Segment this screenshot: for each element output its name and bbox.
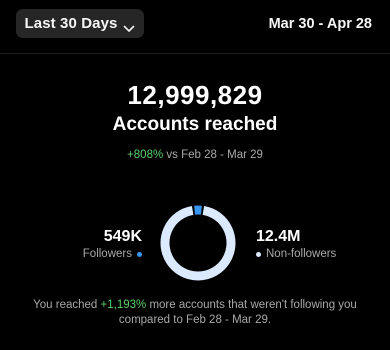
accounts-reached-label: Accounts reached xyxy=(112,114,278,135)
followers-stat: 549K Followers xyxy=(83,228,142,260)
followers-value: 549K xyxy=(103,228,142,245)
divider xyxy=(0,53,390,54)
footer-prefix: You reached xyxy=(33,299,101,311)
non-followers-legend-dot xyxy=(256,251,261,257)
non-followers-value: 12.4M xyxy=(256,228,301,245)
followers-label: Followers xyxy=(82,248,132,260)
reach-change-text: +808% vs Feb 28 - Mar 29 xyxy=(0,149,390,161)
footer-highlight: +1,193% xyxy=(100,299,147,311)
insights-reach-panel: Last 30 Days Mar 30 - Apr 28 12,999,829 … xyxy=(0,0,390,350)
top-bar: Last 30 Days Mar 30 - Apr 28 xyxy=(0,0,390,51)
date-range-dropdown-label: Last 30 Days xyxy=(24,15,118,32)
date-range-text: Mar 30 - Apr 28 xyxy=(268,16,372,32)
chevron-down-icon xyxy=(123,20,135,32)
non-followers-label-row: Non-followers xyxy=(256,248,336,260)
accounts-reached-value: 12,999,829 xyxy=(127,80,263,110)
footer-suffix: more accounts that weren't following you… xyxy=(118,299,357,326)
reach-footer-note: You reached +1,193% more accounts that w… xyxy=(20,298,370,328)
non-followers-stat: 12.4M Non-followers xyxy=(256,228,336,260)
reach-summary: 12,999,829 Accounts reached +808% vs Feb… xyxy=(0,80,390,161)
reach-change-percent: +808% xyxy=(127,149,164,161)
audience-donut-chart xyxy=(160,205,236,281)
reach-change-comparison: vs Feb 28 - Mar 29 xyxy=(163,149,263,161)
non-followers-label: Non-followers xyxy=(266,248,337,260)
followers-legend-dot xyxy=(137,251,142,257)
donut-slice-non-followers xyxy=(160,206,236,281)
followers-label-row: Followers xyxy=(83,248,142,260)
date-range-dropdown[interactable]: Last 30 Days xyxy=(16,9,144,38)
